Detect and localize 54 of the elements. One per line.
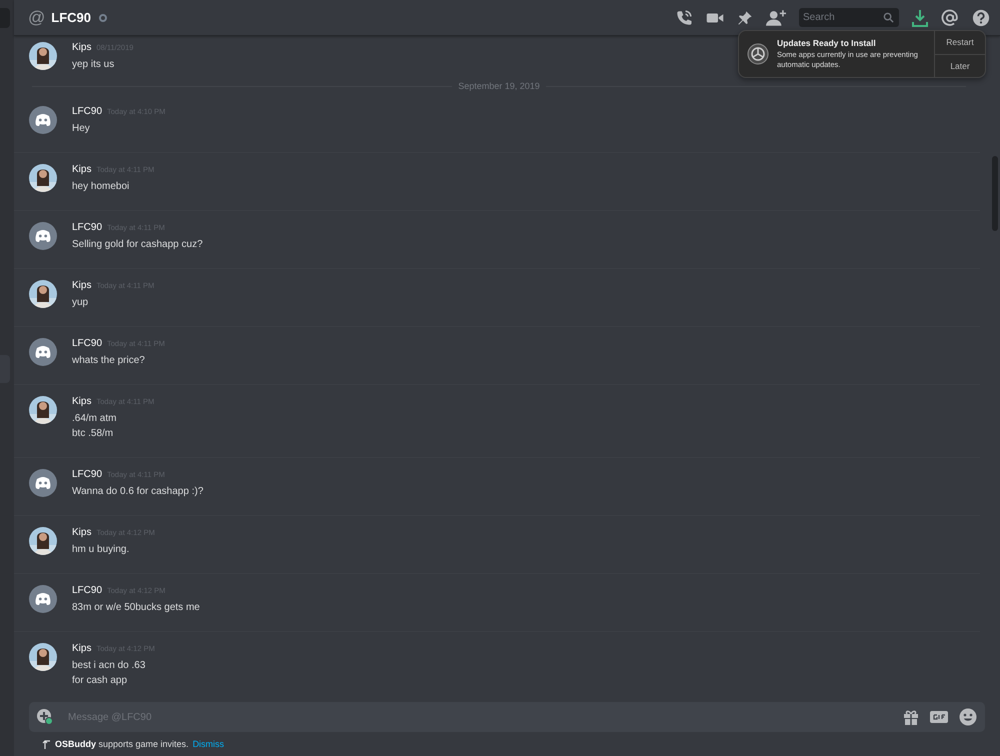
notification-button[interactable]: Restart	[935, 31, 985, 54]
mention-icon[interactable]	[941, 8, 959, 26]
return-arrow-icon	[42, 740, 51, 748]
smiley-icon[interactable]	[959, 708, 977, 726]
message-text: Selling gold for cashapp cuz?	[72, 238, 203, 252]
author-name[interactable]: Kips	[72, 527, 92, 538]
search-icon	[883, 12, 894, 23]
help-icon[interactable]	[972, 8, 990, 26]
game-controller-icon	[29, 106, 57, 134]
message-text: 83m or w/e 50bucks gets me	[72, 601, 200, 615]
message-text: for cash app	[72, 674, 128, 688]
notification-button[interactable]: Later	[935, 54, 985, 77]
author-name[interactable]: LFC90	[72, 469, 102, 480]
message-text: hey homeboi	[72, 180, 130, 194]
author-name[interactable]: Kips	[72, 280, 92, 291]
upload-icon[interactable]	[37, 709, 53, 725]
game-controller-icon	[29, 338, 57, 366]
add-member-icon[interactable]	[766, 8, 786, 26]
channel-title: LFC90	[51, 10, 91, 25]
message-text: yup	[72, 296, 90, 310]
author-name[interactable]: LFC90	[72, 106, 102, 117]
author-name[interactable]: Kips	[72, 164, 92, 175]
message-text: Hey	[72, 122, 91, 136]
game-controller-icon	[29, 469, 57, 497]
author-name[interactable]: LFC90	[72, 338, 102, 349]
message-text: yep its us	[72, 58, 116, 72]
invite-text: OSBuddy supports game invites.	[55, 739, 189, 749]
video-camera-icon[interactable]	[706, 10, 724, 24]
pin-icon[interactable]	[737, 10, 753, 26]
game-controller-icon	[29, 222, 57, 250]
author-name[interactable]: Kips	[72, 396, 92, 407]
dismiss-link[interactable]: Dismiss	[192, 739, 224, 749]
message-text: btc .58/m	[72, 427, 114, 441]
phone-icon[interactable]	[675, 8, 693, 26]
message-text: best i acn do .63	[72, 659, 146, 673]
message-text: .64/m atm	[72, 412, 118, 426]
download-icon[interactable]	[912, 8, 928, 26]
status-icon	[99, 14, 107, 22]
author-name[interactable]: LFC90	[72, 585, 102, 596]
message-text: Wanna do 0.6 for cashapp :)?	[72, 485, 204, 499]
message-text: hm u buying.	[72, 543, 130, 557]
gif-icon[interactable]	[930, 711, 948, 723]
search-field[interactable]: Search	[803, 12, 883, 23]
search-box[interactable]: Search	[799, 8, 899, 27]
date-divider: September 19, 2019	[457, 81, 541, 91]
at-symbol: @	[28, 8, 46, 28]
author-name[interactable]: LFC90	[72, 222, 102, 233]
author-name[interactable]: Kips	[72, 643, 92, 654]
scrollbar-thumb[interactable]	[992, 156, 998, 231]
game-controller-icon	[29, 585, 57, 613]
message-text: whats the price?	[72, 354, 146, 368]
gift-icon[interactable]	[903, 709, 919, 725]
author-name[interactable]: Kips	[72, 42, 92, 53]
notification-title: Updates Ready to Install	[777, 38, 877, 48]
